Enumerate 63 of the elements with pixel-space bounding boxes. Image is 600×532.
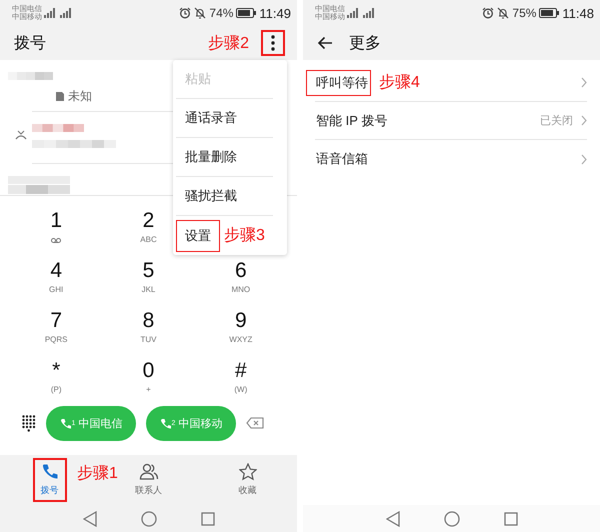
- setting-item[interactable]: 智能 IP 拨号: [306, 108, 390, 134]
- caller-label: 未知: [68, 88, 92, 105]
- star-icon: [238, 463, 256, 481]
- phone-icon: [40, 463, 58, 481]
- setting-item[interactable]: 呼叫等待: [306, 70, 371, 96]
- back-nav-icon[interactable]: [82, 510, 96, 526]
- menu-item[interactable]: 骚扰拦截: [176, 180, 246, 212]
- signal-icon: [362, 7, 375, 19]
- recents-nav-icon[interactable]: [504, 512, 518, 526]
- tab[interactable]: 拨号: [32, 458, 66, 502]
- menu-item[interactable]: 设置: [176, 220, 220, 252]
- setting-value: 已关闭: [540, 114, 573, 128]
- signal-icon: [43, 7, 56, 19]
- step-label: 步骤2: [208, 34, 249, 54]
- more-vertical-icon: [271, 35, 275, 51]
- back-nav-icon[interactable]: [386, 510, 400, 526]
- signal-icon: [59, 7, 72, 19]
- dial-key[interactable]: 1: [10, 210, 102, 260]
- blurred-name-drawing: [8, 72, 53, 80]
- dialpad-icon[interactable]: [22, 414, 36, 432]
- more-options-button[interactable]: [261, 30, 285, 56]
- sim-card-icon: [56, 92, 64, 101]
- signal-icon: [346, 7, 359, 19]
- dial-key[interactable]: 5 JKL: [102, 260, 195, 310]
- battery-icon: [236, 8, 256, 18]
- tab[interactable]: 联系人: [127, 458, 170, 502]
- clock-time: 11:48: [562, 6, 594, 20]
- menu-item[interactable]: 通话录音: [176, 102, 246, 134]
- blurred-name-drawing: [32, 124, 84, 132]
- voicemail-icon: [51, 238, 62, 243]
- battery-icon: [539, 8, 560, 18]
- battery-percent: 75%: [512, 6, 536, 20]
- recents-nav-icon[interactable]: [200, 512, 214, 526]
- tab[interactable]: 收藏: [230, 458, 264, 502]
- backspace-icon[interactable]: [246, 417, 264, 429]
- alarm-icon: [482, 7, 494, 19]
- muted-bell-icon: [194, 7, 206, 19]
- phone-icon: [60, 418, 71, 428]
- dial-key[interactable]: 7 PQRS: [10, 310, 102, 360]
- missed-call-icon: [15, 130, 27, 140]
- dial-key[interactable]: 4 GHI: [10, 260, 102, 310]
- chevron-right-icon: [581, 77, 587, 88]
- home-nav-icon[interactable]: [444, 510, 460, 526]
- dial-key[interactable]: 6 MNO: [194, 260, 287, 310]
- dial-key[interactable]: 8 TUV: [102, 310, 195, 360]
- dial-key[interactable]: 9 WXYZ: [194, 310, 287, 360]
- clock-time: 11:49: [259, 6, 291, 20]
- back-arrow-icon[interactable]: [317, 36, 333, 50]
- step-label: 步骤4: [379, 72, 420, 93]
- alarm-icon: [179, 7, 192, 19]
- setting-item[interactable]: 语音信箱: [306, 146, 371, 172]
- screen-title: 拨号: [14, 34, 46, 54]
- phone-icon: [160, 418, 171, 428]
- chevron-right-icon: [581, 154, 587, 164]
- screen-title: 更多: [349, 34, 381, 54]
- home-nav-icon[interactable]: [140, 510, 156, 526]
- chevron-right-icon: [581, 115, 587, 126]
- muted-bell-icon: [497, 7, 510, 19]
- menu-item[interactable]: 批量删除: [176, 141, 246, 173]
- contacts-icon: [138, 463, 158, 481]
- step-label: 步骤1: [77, 464, 118, 484]
- step-label: 步骤3: [224, 226, 265, 246]
- battery-percent: 74%: [209, 6, 234, 20]
